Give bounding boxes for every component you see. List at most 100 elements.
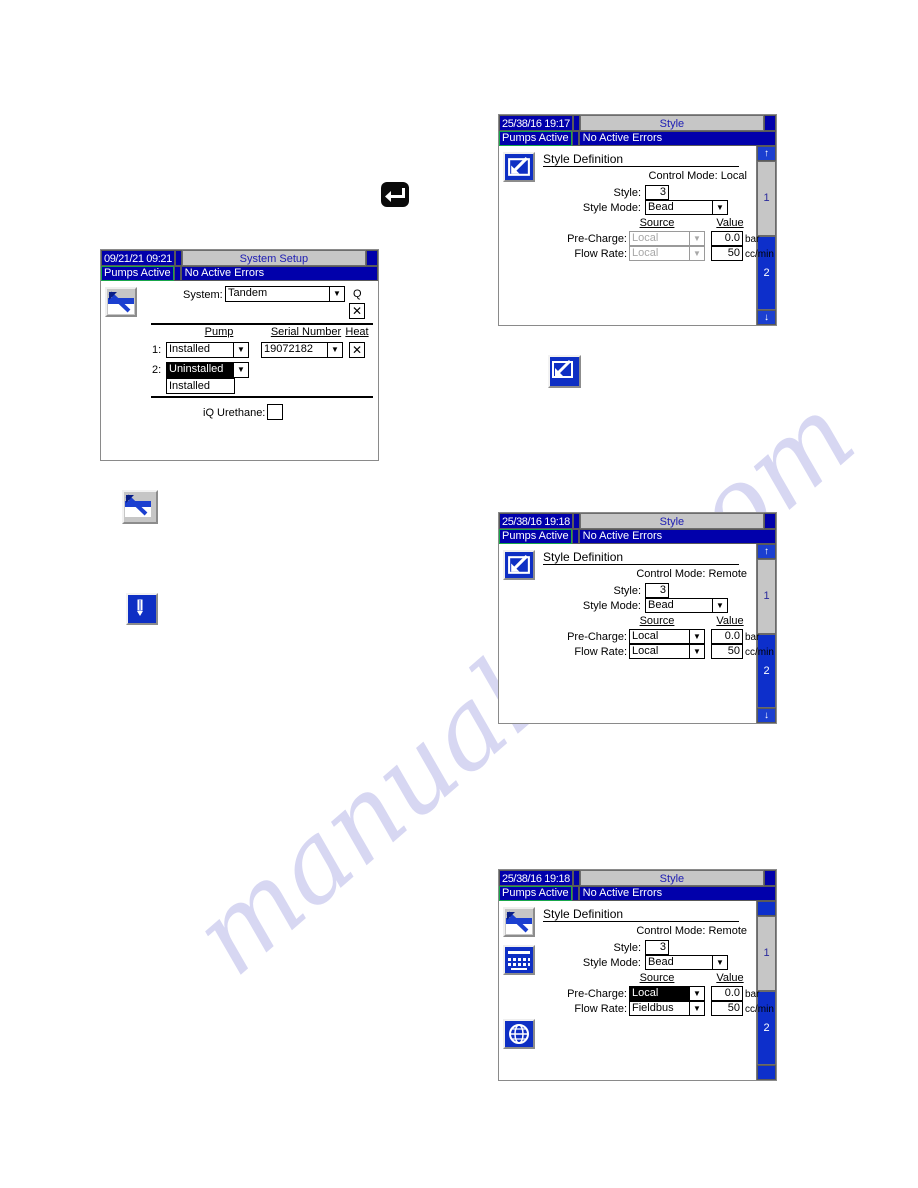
keyboard-icon[interactable] [503,945,535,975]
nozzle-setup-icon[interactable] [105,287,137,317]
title-gap [572,115,580,131]
flowrate-value-input[interactable]: 50 [711,644,743,659]
style-definition-icon[interactable] [503,550,535,580]
style-mode-dropdown[interactable]: Bead ▼ [645,955,728,970]
flowrate-unit: cc/min [745,249,774,260]
chevron-down-icon: ▼ [689,247,704,260]
form-content: Style Definition Control Mode: Remote St… [539,901,774,1080]
pencil-edit-icon [126,593,158,625]
flowrate-value-input[interactable]: 50 [711,246,743,261]
status-gap [173,266,181,281]
section-heading: Style Definition [543,550,739,565]
q-label: Q [353,288,362,300]
divider-top [151,323,373,325]
precharge-source-dropdown[interactable]: Local ▼ [629,986,705,1001]
scroll-up-arrow-icon[interactable]: ↑ [757,544,776,559]
status-gap [571,886,579,901]
tab-page-2[interactable]: 2 [757,633,776,708]
scroll-down-arrow-icon[interactable]: ↓ [757,708,776,723]
scroll-up-arrow-icon[interactable]: ↑ [757,146,776,161]
status-gap [571,131,579,146]
iq-urethane-label: iQ Urethane: [203,407,266,419]
form-content: System: Tandem ▼ Q ✕ Pump Serial Number … [141,281,378,460]
q-checkbox[interactable]: ✕ [349,303,365,319]
nozzle-setup-icon[interactable] [503,907,535,937]
flowrate-source-value: Fieldbus [632,1002,674,1014]
flowrate-unit: cc/min [745,647,774,658]
precharge-value-input[interactable]: 0.0 [711,629,743,644]
precharge-source-value: Local [630,987,689,1000]
column-header-pump: Pump [204,326,234,338]
precharge-value-input[interactable]: 0.0 [711,231,743,246]
status-bar: Pumps Active No Active Errors [499,529,776,544]
flowrate-source-dropdown[interactable]: Fieldbus ▼ [629,1001,705,1016]
clock-display: 25/38/16 19:17 [499,115,573,131]
column-header-value: Value [716,615,744,627]
system-dropdown[interactable]: Tandem ▼ [225,286,345,302]
column-header-value: Value [716,972,744,984]
screen-system-setup: 09/21/21 09:21 System Setup Pumps Active… [100,249,379,461]
pump2-install-dropdown[interactable]: Uninstalled ▼ [166,362,249,378]
flowrate-source-dropdown[interactable]: Local ▼ [629,644,705,659]
pump1-install-dropdown[interactable]: Installed ▼ [166,342,249,358]
style-mode-label: Style Mode: [582,957,641,969]
style-definition-icon[interactable] [503,152,535,182]
style-input[interactable]: 3 [645,940,669,955]
page-title: Style [579,115,764,131]
pumps-status-badge: Pumps Active [499,886,572,901]
tab-page-1[interactable]: 1 [757,559,776,634]
pump1-serial-value: 19072182 [264,343,313,355]
pump2-dropdown-option-installed[interactable]: Installed [166,378,235,394]
icon-rail [499,901,539,1080]
precharge-unit: bar [745,989,760,1000]
scroll-down-arrow-icon[interactable]: ↓ [757,310,776,325]
status-bar: Pumps Active No Active Errors [499,131,776,146]
title-end-block [764,870,776,886]
error-status-text: No Active Errors [578,131,776,146]
pump1-serial-dropdown[interactable]: 19072182 ▼ [261,342,343,358]
pumps-status-badge: Pumps Active [499,131,572,146]
system-label: System: [183,289,223,301]
form-content: Style Definition Control Mode: Local Sty… [539,146,774,325]
control-mode-text: Control Mode: Remote [636,925,747,937]
tab-page-1[interactable]: 1 [757,161,776,236]
row-index-2: 2: [152,364,162,376]
tab-page-1[interactable]: 1 [757,916,776,991]
precharge-label: Pre-Charge: [567,988,627,1000]
precharge-source-dropdown[interactable]: Local ▼ [629,231,705,246]
tab-page-2[interactable]: 2 [757,990,776,1065]
style-input[interactable]: 3 [645,583,669,598]
icon-rail [499,146,539,325]
style-mode-dropdown[interactable]: Bead ▼ [645,598,728,613]
tab-page-2[interactable]: 2 [757,235,776,310]
style-mode-dropdown[interactable]: Bead ▼ [645,200,728,215]
scroll-up-arrow-icon[interactable] [757,901,776,916]
iq-urethane-checkbox[interactable] [267,404,283,420]
style-mode-value: Bead [648,956,674,968]
globe-icon[interactable] [503,1019,535,1049]
form-content: Style Definition Control Mode: Remote St… [539,544,774,723]
screen-style-remote: 25/38/16 19:18 Style Pumps Active No Act… [498,512,777,724]
screen-body: Style Definition Control Mode: Remote St… [499,901,776,1080]
flowrate-unit: cc/min [745,1004,774,1015]
screen-body: System: Tandem ▼ Q ✕ Pump Serial Number … [101,281,378,460]
page-title: Style [579,513,764,529]
scroll-down-arrow-icon[interactable] [757,1065,776,1080]
title-end-block [764,115,776,131]
style-mode-label: Style Mode: [582,202,641,214]
title-bar: 09/21/21 09:21 System Setup [101,250,378,266]
precharge-value-input[interactable]: 0.0 [711,986,743,1001]
chevron-down-icon: ▼ [689,645,704,658]
status-gap [571,529,579,544]
precharge-unit: bar [745,632,760,643]
chevron-down-icon: ▼ [233,343,248,357]
status-bar: Pumps Active No Active Errors [499,886,776,901]
style-input[interactable]: 3 [645,185,669,200]
chevron-down-icon: ▼ [689,630,704,643]
flowrate-value-input[interactable]: 50 [711,1001,743,1016]
precharge-source-dropdown[interactable]: Local ▼ [629,629,705,644]
flowrate-source-value: Local [632,247,659,259]
pump1-heat-checkbox[interactable]: ✕ [349,342,365,358]
flowrate-source-dropdown[interactable]: Local ▼ [629,246,705,261]
chevron-down-icon: ▼ [689,232,704,245]
